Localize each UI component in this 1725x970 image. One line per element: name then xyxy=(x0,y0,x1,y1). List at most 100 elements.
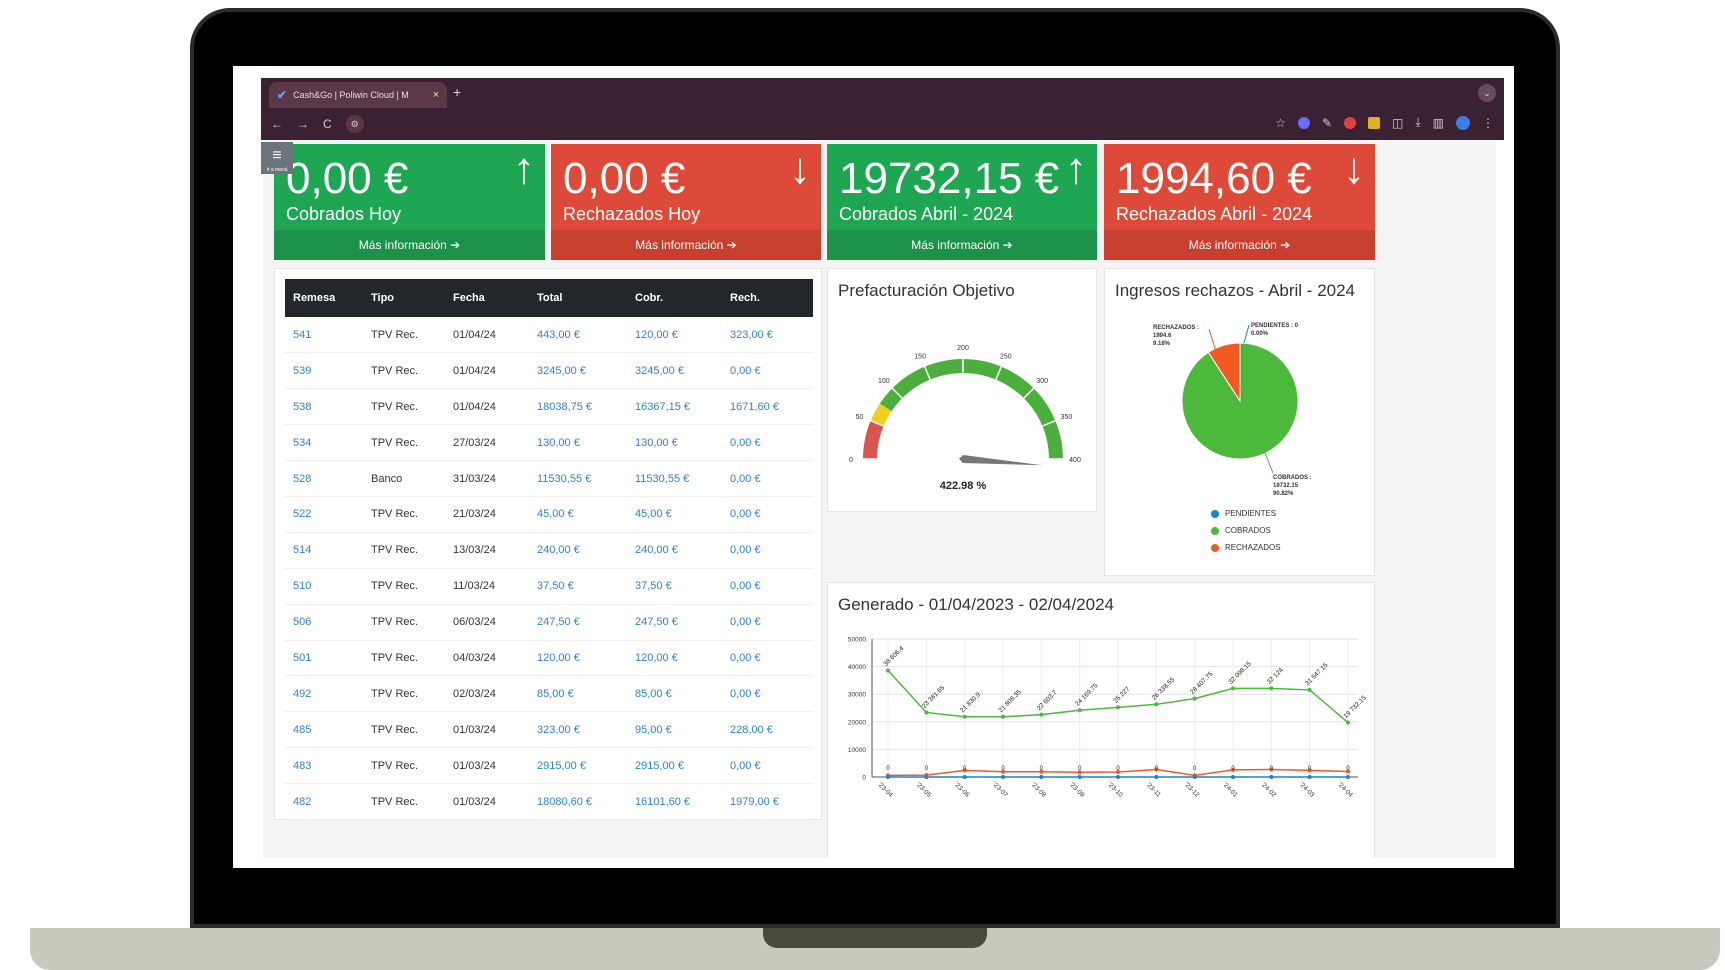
download-icon[interactable]: ⤓ xyxy=(1415,115,1420,130)
puzzle-icon[interactable]: ◫ xyxy=(1392,116,1403,130)
data-point[interactable] xyxy=(1192,696,1197,701)
remesas-table-card: Remesa Tipo Fecha Total Cobr. Rech. 541 T… xyxy=(274,268,822,820)
column-header[interactable]: Tipo xyxy=(363,279,445,317)
table-row[interactable]: 485 TPV Rec. 01/03/24 323,00 €95,00 €228,00… xyxy=(285,711,813,749)
data-point[interactable] xyxy=(1077,708,1082,713)
table-cell-fecha: 01/04/24 xyxy=(445,388,529,426)
table-row[interactable]: 522 TPV Rec. 21/03/24 45,00 €45,00 €0,00 € xyxy=(285,496,813,533)
more-info-link[interactable]: Más información ➔ xyxy=(274,230,545,260)
data-point[interactable] xyxy=(1039,712,1044,717)
table-cell-total: 11530,55 € xyxy=(529,460,627,497)
table-cell-remesa[interactable]: 506 xyxy=(285,604,363,641)
profile-avatar[interactable] xyxy=(1456,115,1470,130)
data-point[interactable] xyxy=(1154,702,1159,707)
data-point[interactable] xyxy=(1192,775,1197,779)
table-cell-remesa[interactable]: 522 xyxy=(285,496,363,533)
gauge-needle xyxy=(959,455,1043,466)
table-row[interactable]: 492 TPV Rec. 02/03/24 85,00 €85,00 €0,00 € xyxy=(285,675,813,713)
more-info-link[interactable]: Más información ➔ xyxy=(827,230,1097,260)
table-cell-remesa[interactable]: 538 xyxy=(285,388,363,426)
more-info-link[interactable]: Más información ➔ xyxy=(551,230,821,260)
column-header[interactable]: Total xyxy=(529,279,627,317)
data-point[interactable] xyxy=(1116,705,1120,710)
site-settings-icon[interactable]: ⚙ xyxy=(345,115,364,133)
extension-icon[interactable] xyxy=(1297,116,1310,129)
table-row[interactable]: 528 Banco 31/03/24 11530,55 €11530,55 €0,00… xyxy=(285,460,813,497)
data-point[interactable] xyxy=(924,775,929,779)
data-point[interactable] xyxy=(1077,775,1082,779)
legend-item[interactable]: PENDIENTES xyxy=(1211,509,1281,518)
data-point[interactable] xyxy=(1154,775,1159,779)
data-point[interactable] xyxy=(1346,720,1350,725)
table-cell-remesa[interactable]: 534 xyxy=(285,424,363,462)
table-row[interactable]: 534 TPV Rec. 27/03/24 130,00 €130,00 €0,00 … xyxy=(285,424,813,462)
table-row[interactable]: 483 TPV Rec. 01/03/24 2915,00 €2915,00 €0,0… xyxy=(285,747,813,785)
column-header[interactable]: Rech. xyxy=(722,279,813,317)
table-cell-remesa[interactable]: 528 xyxy=(285,460,363,497)
table-row[interactable]: 538 TPV Rec. 01/04/24 18038,75 €16367,15 €1… xyxy=(285,388,813,426)
data-point[interactable] xyxy=(1307,775,1312,779)
kebab-menu-icon[interactable]: ⋮ xyxy=(1482,116,1494,130)
table-row[interactable]: 539 TPV Rec. 01/04/24 3245,00 €3245,00 €0,0… xyxy=(285,352,813,390)
data-point[interactable] xyxy=(924,710,929,715)
browser-tab[interactable]: ✔ Cash&Go | Poliwin Cloud | M × xyxy=(269,82,447,108)
data-point[interactable] xyxy=(1346,775,1350,779)
new-tab-icon[interactable]: + xyxy=(453,84,461,100)
column-header[interactable]: Fecha xyxy=(445,279,529,317)
legend-item[interactable]: COBRADOS xyxy=(1211,526,1281,535)
table-row[interactable]: 514 TPV Rec. 13/03/24 240,00 €240,00 €0,00 … xyxy=(285,532,813,569)
data-point[interactable] xyxy=(1001,775,1005,779)
pen-icon[interactable]: ✎ xyxy=(1322,116,1332,130)
table-row[interactable]: 506 TPV Rec. 06/03/24 247,50 €247,50 €0,00 … xyxy=(285,604,813,641)
menu-toggle-button[interactable]: ≡ Ir a menú xyxy=(261,142,293,174)
table-cell-remesa[interactable]: 541 xyxy=(285,317,363,354)
table-cell-remesa[interactable]: 510 xyxy=(285,568,363,605)
table-row[interactable]: 510 TPV Rec. 11/03/24 37,50 €37,50 €0,00 € xyxy=(285,568,813,605)
data-point[interactable] xyxy=(1269,775,1274,779)
table-cell-remesa[interactable]: 483 xyxy=(285,747,363,785)
x-tick-label: '23-05 xyxy=(915,781,933,799)
tab-search-icon[interactable]: ⌄ xyxy=(1478,84,1496,102)
bookmark-star-icon[interactable]: ☆ xyxy=(1275,116,1286,130)
data-point[interactable] xyxy=(1269,686,1274,691)
table-cell-remesa[interactable]: 501 xyxy=(285,640,363,677)
column-header[interactable]: Cobr. xyxy=(627,279,722,317)
data-point[interactable] xyxy=(886,775,890,779)
table-cell-remesa[interactable]: 482 xyxy=(285,783,363,820)
data-point[interactable] xyxy=(962,714,967,719)
table-cell-remesa[interactable]: 492 xyxy=(285,675,363,713)
table-row[interactable]: 482 TPV Rec. 01/03/24 18080,60 €16101,60 €1… xyxy=(285,783,813,820)
pie-slice-label: COBRADOS : xyxy=(1273,475,1312,481)
table-cell-remesa[interactable]: 539 xyxy=(285,352,363,390)
line-title: Generado - 01/04/2023 - 02/04/2024 xyxy=(838,595,1114,614)
data-point[interactable] xyxy=(1001,714,1005,719)
back-icon[interactable]: ← xyxy=(271,117,283,131)
table-cell-rech: 0,00 € xyxy=(722,532,813,569)
table-cell-total: 130,00 € xyxy=(529,424,627,462)
legend-item[interactable]: RECHAZADOS xyxy=(1211,543,1281,552)
data-point[interactable] xyxy=(1231,775,1235,779)
reload-icon[interactable]: C xyxy=(323,117,332,131)
forward-icon[interactable]: → xyxy=(297,117,309,131)
data-point[interactable] xyxy=(886,668,890,673)
sidepanel-icon[interactable]: ▥ xyxy=(1433,116,1444,130)
data-point[interactable] xyxy=(1039,775,1044,779)
table-cell-remesa[interactable]: 485 xyxy=(285,711,363,749)
extension-icon[interactable] xyxy=(1344,116,1356,129)
pie-slice-percent: 90.82% xyxy=(1273,491,1294,497)
table-cell-fecha: 01/04/24 xyxy=(445,317,529,354)
tile-cobrados-hoy: 0,00 € Cobrados Hoy ↑ Más información ➔ xyxy=(274,144,545,260)
column-header[interactable]: Remesa xyxy=(285,279,363,317)
table-cell-cobr: 3245,00 € xyxy=(627,352,722,390)
table-cell-fecha: 02/03/24 xyxy=(445,675,529,713)
data-point[interactable] xyxy=(962,775,967,779)
data-point[interactable] xyxy=(1116,775,1120,779)
table-cell-remesa[interactable]: 514 xyxy=(285,532,363,569)
extension-icon[interactable] xyxy=(1368,116,1380,129)
table-row[interactable]: 501 TPV Rec. 04/03/24 120,00 €120,00 €0,00 … xyxy=(285,640,813,677)
more-info-link[interactable]: Más información ➔ xyxy=(1104,230,1375,260)
data-point[interactable] xyxy=(1307,687,1312,692)
tab-close-icon[interactable]: × xyxy=(433,89,439,101)
data-point[interactable] xyxy=(1231,686,1235,691)
table-row[interactable]: 541 TPV Rec. 01/04/24 443,00 €120,00 €323,0… xyxy=(285,317,813,354)
